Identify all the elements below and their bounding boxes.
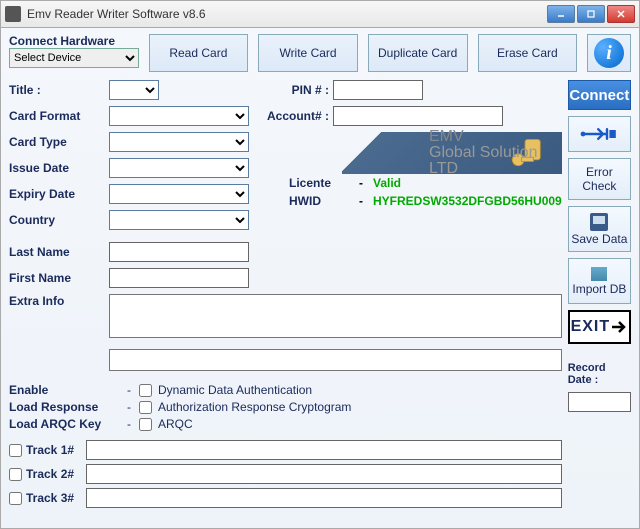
enable-label: Enable (9, 383, 119, 397)
arqc-checkbox[interactable] (139, 418, 152, 431)
banner-line2: Global Solution LTD (429, 145, 562, 177)
record-date-label: Record Date : (568, 362, 631, 386)
card-format-label: Card Format (9, 109, 109, 123)
issue-date-select[interactable] (109, 158, 249, 178)
load-response-label: Load Response (9, 400, 119, 414)
title-select[interactable] (109, 80, 159, 100)
card-format-select[interactable] (109, 106, 249, 126)
save-data-button[interactable]: Save Data (568, 206, 631, 252)
first-name-label: First Name (9, 271, 109, 285)
load-arqc-label: Load ARQC Key (9, 417, 119, 431)
erase-card-button[interactable]: Erase Card (478, 34, 578, 72)
track2-input[interactable] (86, 464, 562, 484)
import-db-button[interactable]: Import DB (568, 258, 631, 304)
import-icon (591, 267, 607, 281)
usb-button[interactable] (568, 116, 631, 152)
auth-resp-label: Authorization Response Cryptogram (158, 400, 351, 414)
dyn-auth-checkbox[interactable] (139, 384, 152, 397)
card-type-select[interactable] (109, 132, 249, 152)
track2-checkbox[interactable] (9, 468, 22, 481)
app-icon (5, 6, 21, 22)
title-label: Title : (9, 83, 109, 97)
write-card-button[interactable]: Write Card (258, 34, 358, 72)
duplicate-card-button[interactable]: Duplicate Card (368, 34, 468, 72)
last-name-label: Last Name (9, 245, 109, 259)
hwid-value: HYFREDSW3532DFGBD56HU009 (373, 194, 562, 208)
close-button[interactable] (607, 5, 635, 23)
titlebar: Emv Reader Writer Software v8.6 (0, 0, 640, 28)
card-type-label: Card Type (9, 135, 109, 149)
exit-arrow-icon (610, 319, 628, 335)
pin-input[interactable] (333, 80, 423, 100)
usb-icon (579, 125, 619, 143)
track2-label: Track 2# (26, 467, 86, 481)
window-title: Emv Reader Writer Software v8.6 (27, 7, 547, 21)
country-label: Country (9, 213, 109, 227)
expiry-date-select[interactable] (109, 184, 249, 204)
first-name-input[interactable] (109, 268, 249, 288)
country-select[interactable] (109, 210, 249, 230)
track1-label: Track 1# (26, 443, 86, 457)
license-value: Valid (373, 176, 401, 190)
read-card-button[interactable]: Read Card (149, 34, 249, 72)
track1-input[interactable] (86, 440, 562, 460)
arqc-label: ARQC (158, 417, 193, 431)
hwid-label: HWID (289, 194, 349, 208)
last-name-input[interactable] (109, 242, 249, 262)
brand-banner: EMV Global Solution LTD (259, 132, 562, 174)
expiry-date-label: Expiry Date (9, 187, 109, 201)
track1-checkbox[interactable] (9, 444, 22, 457)
error-check-button[interactable]: Error Check (568, 158, 631, 200)
info-button[interactable]: i (587, 34, 631, 72)
banner-line1: EMV (429, 129, 562, 145)
account-input[interactable] (333, 106, 503, 126)
info-icon: i (594, 38, 624, 68)
track3-input[interactable] (86, 488, 562, 508)
extra-line-input[interactable] (109, 349, 562, 371)
issue-date-label: Issue Date (9, 161, 109, 175)
extra-info-label: Extra Info (9, 294, 109, 308)
pin-label: PIN # : (259, 83, 329, 97)
save-icon (590, 213, 608, 231)
account-label: Account# : (259, 109, 329, 123)
minimize-button[interactable] (547, 5, 575, 23)
device-select[interactable]: Select Device (9, 48, 139, 68)
record-date-input[interactable] (568, 392, 631, 412)
exit-button[interactable]: EXIT (568, 310, 631, 344)
connect-button[interactable]: Connect (568, 80, 631, 110)
track3-checkbox[interactable] (9, 492, 22, 505)
connect-hardware-label: Connect Hardware (9, 34, 139, 48)
dyn-auth-label: Dynamic Data Authentication (158, 383, 312, 397)
track3-label: Track 3# (26, 491, 86, 505)
maximize-button[interactable] (577, 5, 605, 23)
license-label: Licente (289, 176, 349, 190)
auth-resp-checkbox[interactable] (139, 401, 152, 414)
extra-info-textarea[interactable] (109, 294, 562, 338)
